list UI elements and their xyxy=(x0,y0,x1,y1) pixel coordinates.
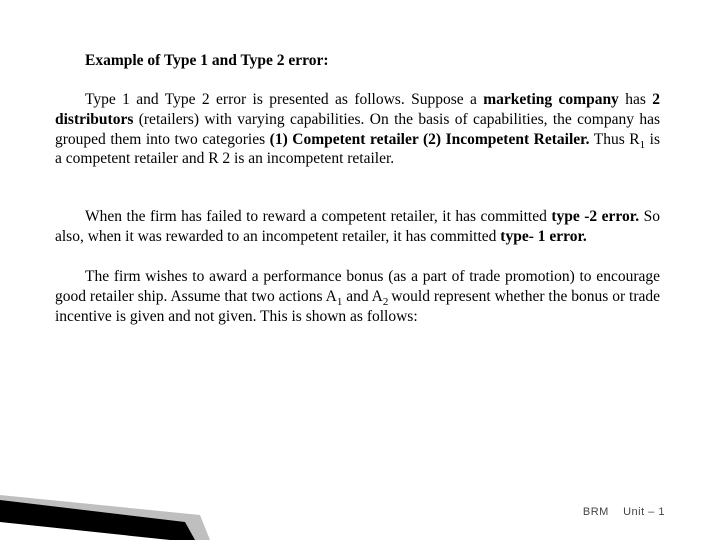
p1-text-1: Type 1 and Type 2 error is presented as … xyxy=(85,91,483,108)
p1-text-2: has xyxy=(619,91,652,108)
p1-bold-categories: (1) Competent retailer (2) Incompetent R… xyxy=(270,131,590,148)
paragraph-1: Type 1 and Type 2 error is presented as … xyxy=(55,90,660,169)
p3-subscript-a2: 2 xyxy=(383,296,391,308)
footer: BRM Unit – 1 xyxy=(583,506,665,518)
paragraph-2: When the firm has failed to reward a com… xyxy=(55,207,660,247)
document-page: Example of Type 1 and Type 2 error: Type… xyxy=(0,0,720,540)
p1-text-4: Thus R xyxy=(589,131,639,148)
footer-unit: Unit – 1 xyxy=(623,506,665,518)
paragraph-3: The firm wishes to award a performance b… xyxy=(55,267,660,326)
section-heading: Example of Type 1 and Type 2 error: xyxy=(85,52,660,70)
p2-text-1: When the firm has failed to reward a com… xyxy=(85,208,551,225)
p1-bold-marketing-company: marketing company xyxy=(483,91,619,108)
p2-bold-type1: type- 1 error. xyxy=(500,228,587,245)
footer-brm: BRM xyxy=(583,506,609,518)
p3-text-2: and A xyxy=(342,288,383,305)
p2-bold-type2: type -2 error. xyxy=(551,208,639,225)
